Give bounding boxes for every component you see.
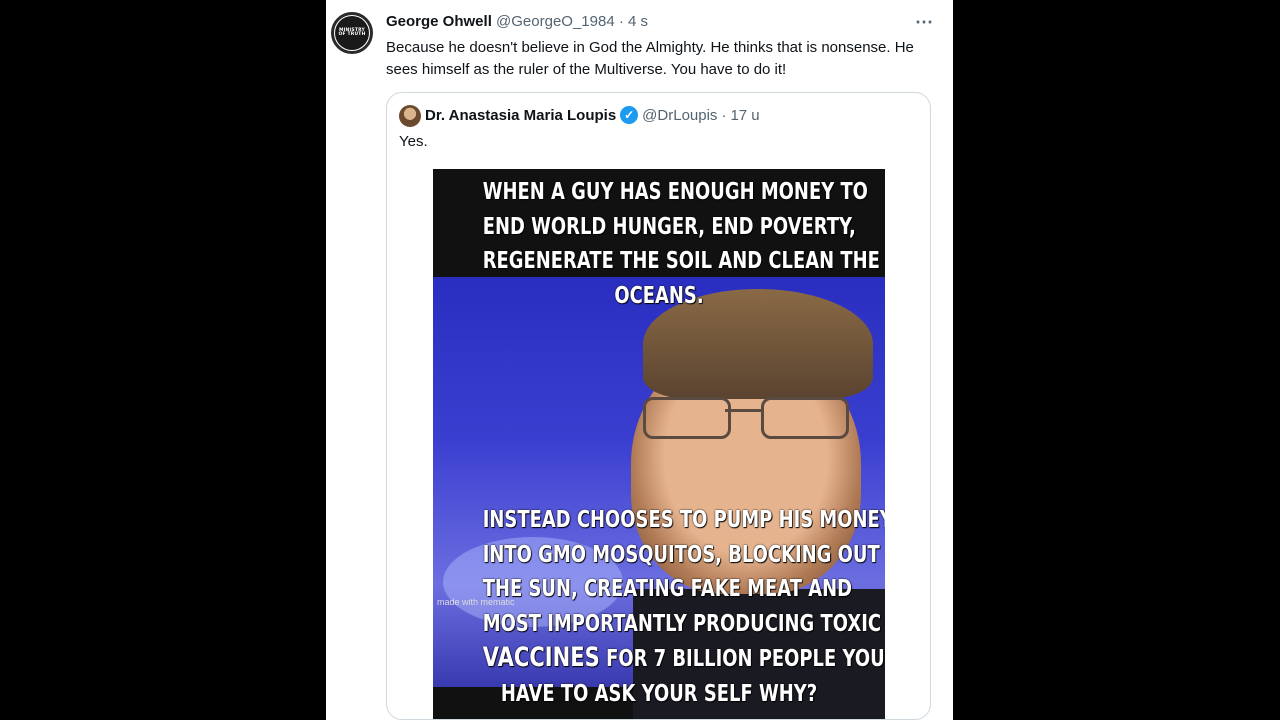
quoted-tweet[interactable]: Dr. Anastasia Maria Loupis ✓ @DrLoupis ·… [386,92,931,720]
glasses-lens-left [643,397,731,439]
avatar-logo: MINISTRY OF TRUTH [335,16,369,50]
meme-top-line: OCEANS. [614,282,704,309]
tweet-header: George Ohwell @GeorgeO_1984 · 4 s [386,13,648,30]
separator-dot: · [721,106,727,124]
glasses-lens-right [761,397,849,439]
quoted-tweet-time[interactable]: 17 u [730,107,759,124]
avatar-logo-text: MINISTRY OF TRUTH [338,27,366,37]
meme-bottom-caption: INSTEAD CHOOSES TO PUMP HIS MONEY INTO G… [482,503,885,711]
meme-bottom-line: INTO GMO MOSQUITOS, BLOCKING OUT [482,541,880,568]
meme-bottom-line-emphasis: VACCINES FOR 7 BILLION PEOPLE YOU [482,641,885,677]
meme-line-rest: FOR 7 BILLION PEOPLE YOU [599,646,885,672]
meme-top-line: END WORLD HUNGER, END POVERTY, [482,213,856,240]
quoted-author-name[interactable]: Dr. Anastasia Maria Loupis [425,107,616,124]
meme-image[interactable]: WHEN A GUY HAS ENOUGH MONEY TO END WORLD… [433,169,885,719]
verified-badge-icon: ✓ [620,106,639,124]
author-name[interactable]: George Ohwell [386,13,492,30]
more-options-icon[interactable]: ⋯ [910,10,938,34]
meme-bottom-line: THE SUN, CREATING FAKE MEAT AND [482,576,853,602]
glasses-bridge [725,409,761,412]
glasses-icon [643,397,853,439]
tweet-text: Because he doesn't believe in God the Al… [386,39,914,78]
quoted-author-avatar[interactable] [399,105,421,127]
meme-top-line: WHEN A GUY HAS ENOUGH MONEY TO [482,179,868,205]
meme-bottom-line: INSTEAD CHOOSES TO PUMP HIS MONEY [482,507,885,533]
tweet-time[interactable]: 4 s [628,13,648,30]
meme-top-line: REGENERATE THE SOIL AND CLEAN THE [482,248,880,274]
author-avatar[interactable]: MINISTRY OF TRUTH [331,12,373,54]
quoted-tweet-text: Yes. [399,133,428,150]
separator-dot: · [618,13,624,30]
meme-final-line: HAVE TO ASK YOUR SELF WHY? [500,680,818,707]
tweet-panel: MINISTRY OF TRUTH George Ohwell @GeorgeO… [326,0,953,720]
meme-top-caption: WHEN A GUY HAS ENOUGH MONEY TO END WORLD… [482,175,880,313]
author-handle[interactable]: @GeorgeO_1984 [496,13,615,30]
quoted-tweet-header: Dr. Anastasia Maria Loupis ✓ @DrLoupis ·… [425,106,760,124]
meme-bottom-line: MOST IMPORTANTLY PRODUCING TOXIC [482,610,882,637]
meme-emphasis-word: VACCINES [482,642,600,673]
quoted-author-handle[interactable]: @DrLoupis [642,107,717,124]
